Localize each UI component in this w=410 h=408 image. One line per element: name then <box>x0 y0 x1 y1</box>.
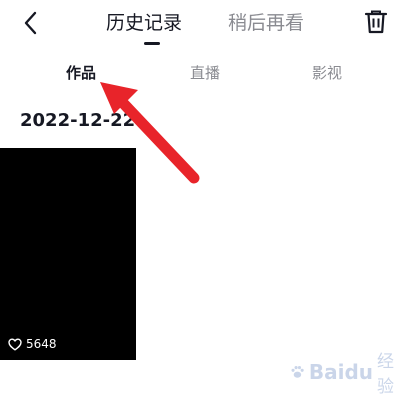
like-count: 5648 <box>26 337 57 351</box>
tab-history[interactable]: 历史记录 <box>106 10 182 36</box>
trash-icon <box>364 10 388 34</box>
content-type-tabs: 作品 直播 影视 <box>0 58 410 88</box>
paw-logo-icon <box>291 366 304 378</box>
heart-outline-icon <box>8 337 22 351</box>
watermark-brand: Baidu <box>308 360 374 384</box>
chevron-left-icon <box>24 11 37 35</box>
subtab-works[interactable]: 作品 <box>66 62 96 84</box>
tab-watch-later[interactable]: 稍后再看 <box>228 10 304 36</box>
watermark-suffix: 经验 <box>377 352 395 397</box>
history-date-header: 2022-12-22 <box>20 110 136 131</box>
active-tab-indicator <box>144 42 160 45</box>
top-bar: 历史记录 稍后再看 <box>0 0 410 48</box>
baidu-watermark: Baidu 经验 <box>290 352 400 397</box>
like-count-row: 5648 <box>8 336 57 352</box>
subtab-film[interactable]: 影视 <box>312 62 342 84</box>
delete-button[interactable] <box>363 8 389 36</box>
subtab-live[interactable]: 直播 <box>190 62 220 84</box>
history-video-card[interactable]: 5648 <box>0 148 136 360</box>
back-button[interactable] <box>18 8 46 38</box>
